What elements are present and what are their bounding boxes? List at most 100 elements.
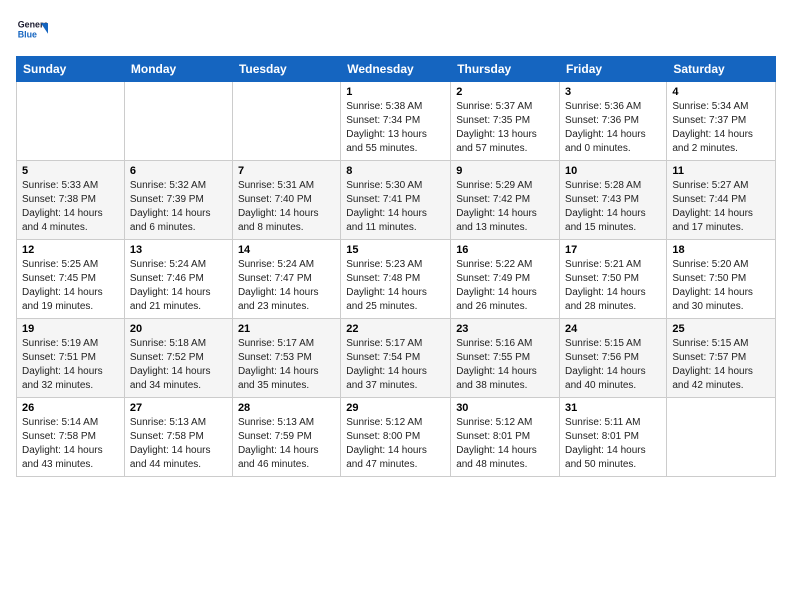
calendar-cell: 25 Sunrise: 5:15 AM Sunset: 7:57 PM Dayli… — [667, 319, 776, 398]
day-number: 10 — [565, 165, 661, 177]
calendar-cell — [124, 82, 232, 161]
calendar-cell: 15Sunrise: 5:23 AM Sunset: 7:48 PM Dayli… — [341, 240, 451, 319]
calendar-cell: 22 Sunrise: 5:17 AM Sunset: 7:54 PM Dayli… — [341, 319, 451, 398]
calendar-week-3: 12Sunrise: 5:25 AM Sunset: 7:45 PM Dayli… — [17, 240, 776, 319]
calendar-cell: 10 Sunrise: 5:28 AM Sunset: 7:43 PM Dayli… — [560, 161, 667, 240]
day-number: 28 — [238, 402, 335, 414]
day-info: Sunrise: 5:34 AM Sunset: 7:37 PM Dayligh… — [672, 100, 770, 156]
day-number: 4 — [672, 86, 770, 98]
svg-text:Blue: Blue — [18, 29, 37, 39]
day-info: Sunrise: 5:24 AM Sunset: 7:47 PM Dayligh… — [238, 258, 335, 314]
day-header-friday: Friday — [560, 57, 667, 82]
day-info: Sunrise: 5:17 AM Sunset: 7:53 PM Dayligh… — [238, 337, 335, 393]
calendar-cell: 14Sunrise: 5:24 AM Sunset: 7:47 PM Dayli… — [232, 240, 340, 319]
day-info: Sunrise: 5:37 AM Sunset: 7:35 PM Dayligh… — [456, 100, 554, 156]
day-header-wednesday: Wednesday — [341, 57, 451, 82]
day-info: Sunrise: 5:29 AM Sunset: 7:42 PM Dayligh… — [456, 179, 554, 235]
calendar-cell — [667, 398, 776, 477]
calendar-cell: 28 Sunrise: 5:13 AM Sunset: 7:59 PM Dayli… — [232, 398, 340, 477]
calendar-week-1: 1 Sunrise: 5:38 AM Sunset: 7:34 PM Daylig… — [17, 82, 776, 161]
day-number: 29 — [346, 402, 445, 414]
day-info: Sunrise: 5:19 AM Sunset: 7:51 PM Dayligh… — [22, 337, 119, 393]
day-info: Sunrise: 5:13 AM Sunset: 7:58 PM Dayligh… — [130, 416, 227, 472]
day-number: 3 — [565, 86, 661, 98]
day-number: 13 — [130, 244, 227, 256]
day-number: 16 — [456, 244, 554, 256]
day-info: Sunrise: 5:15 AM Sunset: 7:57 PM Dayligh… — [672, 337, 770, 393]
day-number: 12 — [22, 244, 119, 256]
calendar-cell: 2 Sunrise: 5:37 AM Sunset: 7:35 PM Daylig… — [451, 82, 560, 161]
day-info: Sunrise: 5:31 AM Sunset: 7:40 PM Dayligh… — [238, 179, 335, 235]
calendar-cell — [232, 82, 340, 161]
day-number: 18 — [672, 244, 770, 256]
day-number: 30 — [456, 402, 554, 414]
day-header-saturday: Saturday — [667, 57, 776, 82]
day-number: 5 — [22, 165, 119, 177]
calendar-cell: 30Sunrise: 5:12 AM Sunset: 8:01 PM Dayli… — [451, 398, 560, 477]
calendar-cell: 16 Sunrise: 5:22 AM Sunset: 7:49 PM Dayli… — [451, 240, 560, 319]
calendar-cell: 26Sunrise: 5:14 AM Sunset: 7:58 PM Dayli… — [17, 398, 125, 477]
day-info: Sunrise: 5:22 AM Sunset: 7:49 PM Dayligh… — [456, 258, 554, 314]
day-info: Sunrise: 5:27 AM Sunset: 7:44 PM Dayligh… — [672, 179, 770, 235]
calendar-cell: 7 Sunrise: 5:31 AM Sunset: 7:40 PM Daylig… — [232, 161, 340, 240]
logo-icon: General Blue — [16, 16, 48, 48]
calendar-cell: 4 Sunrise: 5:34 AM Sunset: 7:37 PM Daylig… — [667, 82, 776, 161]
calendar-cell: 3 Sunrise: 5:36 AM Sunset: 7:36 PM Daylig… — [560, 82, 667, 161]
day-info: Sunrise: 5:18 AM Sunset: 7:52 PM Dayligh… — [130, 337, 227, 393]
day-number: 27 — [130, 402, 227, 414]
day-number: 17 — [565, 244, 661, 256]
day-number: 25 — [672, 323, 770, 335]
calendar-table: SundayMondayTuesdayWednesdayThursdayFrid… — [16, 56, 776, 477]
calendar-cell: 17 Sunrise: 5:21 AM Sunset: 7:50 PM Dayli… — [560, 240, 667, 319]
calendar-week-2: 5 Sunrise: 5:33 AM Sunset: 7:38 PM Daylig… — [17, 161, 776, 240]
calendar-cell: 19 Sunrise: 5:19 AM Sunset: 7:51 PM Dayli… — [17, 319, 125, 398]
day-info: Sunrise: 5:21 AM Sunset: 7:50 PM Dayligh… — [565, 258, 661, 314]
day-info: Sunrise: 5:33 AM Sunset: 7:38 PM Dayligh… — [22, 179, 119, 235]
calendar-cell: 31Sunrise: 5:11 AM Sunset: 8:01 PM Dayli… — [560, 398, 667, 477]
day-number: 8 — [346, 165, 445, 177]
day-number: 20 — [130, 323, 227, 335]
day-info: Sunrise: 5:36 AM Sunset: 7:36 PM Dayligh… — [565, 100, 661, 156]
day-header-tuesday: Tuesday — [232, 57, 340, 82]
day-header-sunday: Sunday — [17, 57, 125, 82]
calendar-cell: 9 Sunrise: 5:29 AM Sunset: 7:42 PM Daylig… — [451, 161, 560, 240]
day-number: 6 — [130, 165, 227, 177]
page-header: General Blue — [16, 16, 776, 48]
day-info: Sunrise: 5:28 AM Sunset: 7:43 PM Dayligh… — [565, 179, 661, 235]
calendar-cell: 29 Sunrise: 5:12 AM Sunset: 8:00 PM Dayli… — [341, 398, 451, 477]
day-info: Sunrise: 5:23 AM Sunset: 7:48 PM Dayligh… — [346, 258, 445, 314]
day-info: Sunrise: 5:32 AM Sunset: 7:39 PM Dayligh… — [130, 179, 227, 235]
calendar-cell: 11Sunrise: 5:27 AM Sunset: 7:44 PM Dayli… — [667, 161, 776, 240]
day-number: 2 — [456, 86, 554, 98]
logo: General Blue — [16, 16, 48, 48]
calendar-cell: 20 Sunrise: 5:18 AM Sunset: 7:52 PM Dayli… — [124, 319, 232, 398]
day-number: 9 — [456, 165, 554, 177]
day-number: 7 — [238, 165, 335, 177]
day-number: 24 — [565, 323, 661, 335]
day-info: Sunrise: 5:13 AM Sunset: 7:59 PM Dayligh… — [238, 416, 335, 472]
day-header-monday: Monday — [124, 57, 232, 82]
day-info: Sunrise: 5:12 AM Sunset: 8:00 PM Dayligh… — [346, 416, 445, 472]
day-info: Sunrise: 5:11 AM Sunset: 8:01 PM Dayligh… — [565, 416, 661, 472]
calendar-cell: 24 Sunrise: 5:15 AM Sunset: 7:56 PM Dayli… — [560, 319, 667, 398]
calendar-cell: 27 Sunrise: 5:13 AM Sunset: 7:58 PM Dayli… — [124, 398, 232, 477]
calendar-cell: 6 Sunrise: 5:32 AM Sunset: 7:39 PM Daylig… — [124, 161, 232, 240]
day-info: Sunrise: 5:16 AM Sunset: 7:55 PM Dayligh… — [456, 337, 554, 393]
calendar-cell: 21Sunrise: 5:17 AM Sunset: 7:53 PM Dayli… — [232, 319, 340, 398]
day-info: Sunrise: 5:20 AM Sunset: 7:50 PM Dayligh… — [672, 258, 770, 314]
calendar-cell: 5 Sunrise: 5:33 AM Sunset: 7:38 PM Daylig… — [17, 161, 125, 240]
day-number: 19 — [22, 323, 119, 335]
day-info: Sunrise: 5:30 AM Sunset: 7:41 PM Dayligh… — [346, 179, 445, 235]
calendar-cell: 23Sunrise: 5:16 AM Sunset: 7:55 PM Dayli… — [451, 319, 560, 398]
day-number: 22 — [346, 323, 445, 335]
day-info: Sunrise: 5:17 AM Sunset: 7:54 PM Dayligh… — [346, 337, 445, 393]
calendar-header-row: SundayMondayTuesdayWednesdayThursdayFrid… — [17, 57, 776, 82]
day-header-thursday: Thursday — [451, 57, 560, 82]
day-number: 1 — [346, 86, 445, 98]
calendar-cell: 18 Sunrise: 5:20 AM Sunset: 7:50 PM Dayli… — [667, 240, 776, 319]
calendar-cell: 8 Sunrise: 5:30 AM Sunset: 7:41 PM Daylig… — [341, 161, 451, 240]
day-info: Sunrise: 5:24 AM Sunset: 7:46 PM Dayligh… — [130, 258, 227, 314]
day-info: Sunrise: 5:38 AM Sunset: 7:34 PM Dayligh… — [346, 100, 445, 156]
calendar-cell: 12Sunrise: 5:25 AM Sunset: 7:45 PM Dayli… — [17, 240, 125, 319]
day-info: Sunrise: 5:15 AM Sunset: 7:56 PM Dayligh… — [565, 337, 661, 393]
